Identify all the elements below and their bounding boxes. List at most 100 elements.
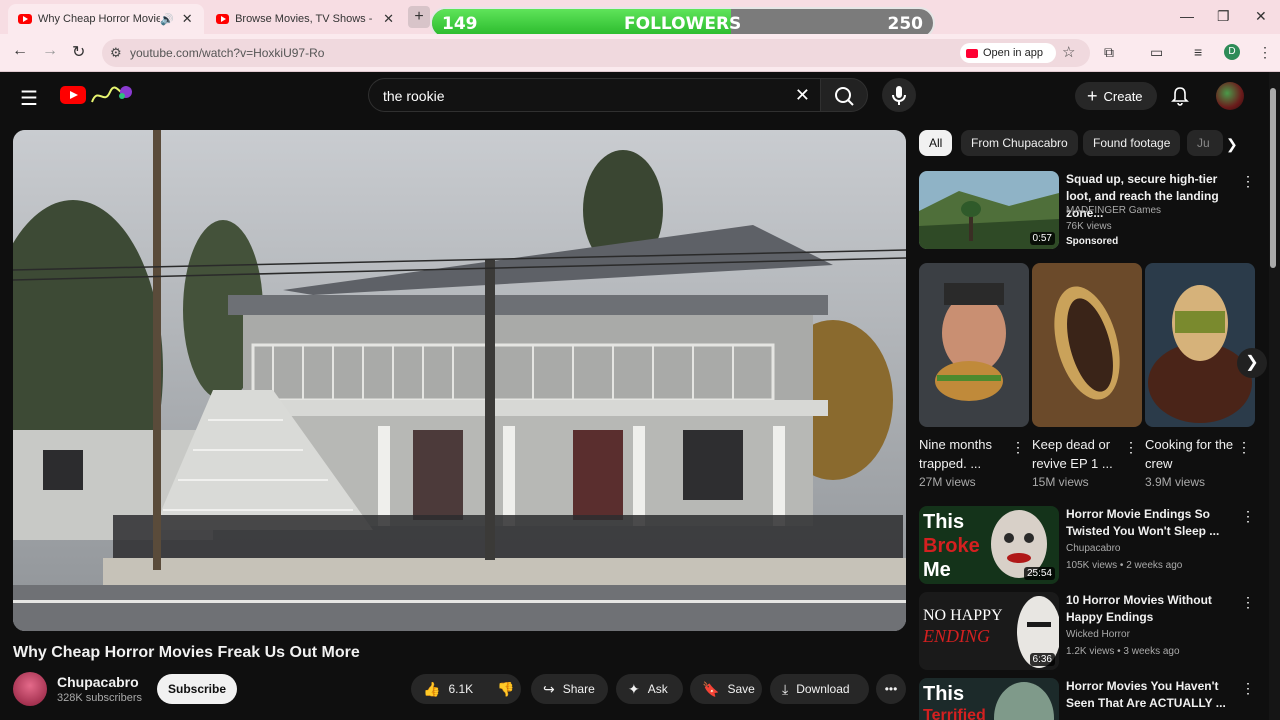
more-vertical-icon[interactable]: ⋮ (1241, 680, 1255, 697)
chip-partial[interactable]: Ju (1187, 130, 1223, 156)
new-tab-button[interactable]: + (408, 6, 430, 28)
related-video-item[interactable]: This Terrified Horror Movies You Haven't… (919, 678, 1259, 720)
youtube-logo[interactable] (60, 86, 86, 104)
youtube-doodle-logo[interactable] (88, 82, 136, 108)
related-title[interactable]: Horror Movies You Haven't Seen That Are … (1066, 678, 1234, 712)
ask-button[interactable]: ✦ Ask (616, 674, 683, 704)
short-title[interactable]: Cooking for the crew (1145, 435, 1237, 473)
clear-search-icon[interactable]: ✕ (795, 85, 810, 106)
followers-current: 149 (442, 14, 478, 34)
short-thumbnail[interactable] (919, 263, 1029, 427)
extensions-icon[interactable]: ⧉ (1104, 44, 1114, 61)
restore-icon[interactable]: ❐ (1217, 8, 1230, 25)
create-button[interactable]: + Create (1075, 82, 1157, 110)
sponsored-views: 76K views (1066, 221, 1112, 232)
related-video-item[interactable]: This Broke Me 25:54 Horror Movie Endings… (919, 506, 1259, 586)
channel-avatar[interactable] (13, 672, 47, 706)
media-controls-icon[interactable]: ≡ (1194, 44, 1202, 60)
more-vertical-icon[interactable]: ⋮ (1237, 439, 1251, 456)
bookmark-icon: 🔖 (702, 680, 720, 697)
more-vertical-icon[interactable]: ⋮ (1011, 439, 1025, 456)
related-channel[interactable]: Wicked Horror (1066, 629, 1130, 640)
site-info-icon[interactable]: ⚙ (110, 45, 122, 61)
download-button[interactable]: ⤓ Download (770, 674, 869, 704)
shorts-next-button[interactable]: ❯ (1237, 348, 1267, 378)
related-title[interactable]: 10 Horror Movies Without Happy Endings (1066, 592, 1234, 626)
related-thumbnail[interactable]: This Terrified (919, 678, 1059, 720)
related-video-item[interactable]: NO HAPPY ENDING 6:36 10 Horror Movies Wi… (919, 592, 1259, 672)
sponsored-channel: MADFINGER Games (1066, 205, 1162, 216)
taco-image (1032, 263, 1142, 427)
related-thumbnail[interactable]: NO HAPPY ENDING 6:36 (919, 592, 1059, 670)
chip-found-footage[interactable]: Found footage (1083, 130, 1181, 156)
menu-icon[interactable]: ☰ (20, 86, 38, 111)
dislike-icon[interactable]: 👎 (497, 681, 514, 698)
cast-icon[interactable]: ▭ (1150, 44, 1163, 61)
user-avatar[interactable] (1216, 82, 1244, 110)
more-actions-button[interactable]: ••• (876, 674, 906, 704)
close-tab-icon[interactable]: ✕ (182, 11, 193, 27)
creature-face-image: This Terrified (919, 678, 1059, 720)
page-scrollbar-thumb[interactable] (1270, 88, 1276, 268)
url-text: youtube.com/watch?v=HoxkiU97-Ro (130, 46, 325, 60)
chip-from-channel[interactable]: From Chupacabro (961, 130, 1078, 156)
more-vertical-icon[interactable]: ⋮ (1241, 594, 1255, 611)
video-frame-house (13, 130, 906, 631)
short-title[interactable]: Keep dead or revive EP 1 ... (1032, 435, 1124, 473)
browser-tab-active[interactable]: Why Cheap Horror Movies F 🔊 ✕ (8, 4, 204, 34)
subscribe-button[interactable]: Subscribe (157, 674, 237, 704)
share-button[interactable]: ↪ Share (531, 674, 608, 704)
browser-tab[interactable]: Browse Movies, TV Shows - yFli ✕ (206, 4, 404, 34)
search-box[interactable]: the rookie ✕ (368, 78, 820, 112)
short-thumbnail[interactable] (1032, 263, 1142, 427)
related-channel[interactable]: Chupacabro (1066, 543, 1120, 554)
short-thumbnail[interactable] (1145, 263, 1255, 427)
man-eating-burger-image (919, 263, 1029, 427)
notifications-bell-icon[interactable] (1170, 86, 1190, 106)
search-input[interactable]: the rookie (383, 88, 444, 104)
close-window-icon[interactable]: ✕ (1255, 8, 1267, 25)
like-dislike-group: 👍 6.1K 👎 (411, 674, 521, 704)
speaker-icon[interactable]: 🔊 (160, 13, 174, 26)
search-button[interactable] (820, 78, 868, 112)
reload-icon[interactable]: ↻ (72, 42, 85, 62)
more-vertical-icon[interactable]: ⋮ (1124, 439, 1138, 456)
browser-toolbar: ← → ↻ ⚙ youtube.com/watch?v=HoxkiU97-Ro … (0, 34, 1280, 72)
back-icon[interactable]: ← (12, 42, 28, 60)
plus-icon: + (1087, 85, 1098, 106)
channel-name[interactable]: Chupacabro (57, 674, 139, 690)
more-vertical-icon[interactable]: ⋮ (1241, 508, 1255, 525)
open-in-app-button[interactable]: Open in app (960, 43, 1056, 63)
chip-all[interactable]: All (919, 130, 953, 156)
profile-avatar[interactable]: D (1224, 44, 1240, 60)
youtube-masthead: ☰ the rookie ✕ + Create (0, 72, 1280, 120)
related-title[interactable]: Horror Movie Endings So Twisted You Won'… (1066, 506, 1234, 540)
followers-label: FOLLOWERS (624, 14, 742, 34)
video-title: Why Cheap Horror Movies Freak Us Out Mor… (13, 644, 360, 661)
forward-icon[interactable]: → (42, 42, 58, 60)
thumb-text: Broke (923, 535, 980, 557)
related-thumbnail[interactable]: This Broke Me 25:54 (919, 506, 1059, 584)
open-in-app-label: Open in app (983, 47, 1043, 59)
short-views: 15M views (1032, 475, 1089, 489)
voice-search-button[interactable] (882, 78, 916, 112)
more-vertical-icon[interactable]: ⋮ (1241, 173, 1255, 190)
like-icon[interactable]: 👍 (423, 681, 440, 698)
video-duration: 25:54 (1023, 567, 1055, 580)
browser-menu-icon[interactable]: ⋮ (1258, 44, 1272, 61)
minimize-icon[interactable]: — (1180, 8, 1194, 24)
sponsored-thumbnail[interactable]: 0:57 (919, 171, 1059, 249)
save-button[interactable]: 🔖 Save (690, 674, 762, 704)
sponsored-item[interactable]: 0:57 Squad up, secure high-tier loot, an… (919, 171, 1259, 255)
short-title[interactable]: Nine months trapped. ... (919, 435, 1011, 473)
thumb-text: Me (923, 559, 951, 581)
video-player[interactable] (13, 130, 906, 631)
close-tab-icon[interactable]: ✕ (383, 11, 394, 27)
address-bar[interactable]: ⚙ youtube.com/watch?v=HoxkiU97-Ro Open i… (102, 39, 1090, 67)
bookmark-star-icon[interactable]: ☆ (1062, 43, 1075, 61)
create-label: Create (1103, 88, 1143, 104)
subscriber-count: 328K subscribers (57, 692, 142, 704)
like-count[interactable]: 6.1K (448, 682, 473, 696)
chips-next-arrow-icon[interactable]: ❯ (1226, 136, 1238, 153)
download-label: Download (796, 682, 850, 696)
